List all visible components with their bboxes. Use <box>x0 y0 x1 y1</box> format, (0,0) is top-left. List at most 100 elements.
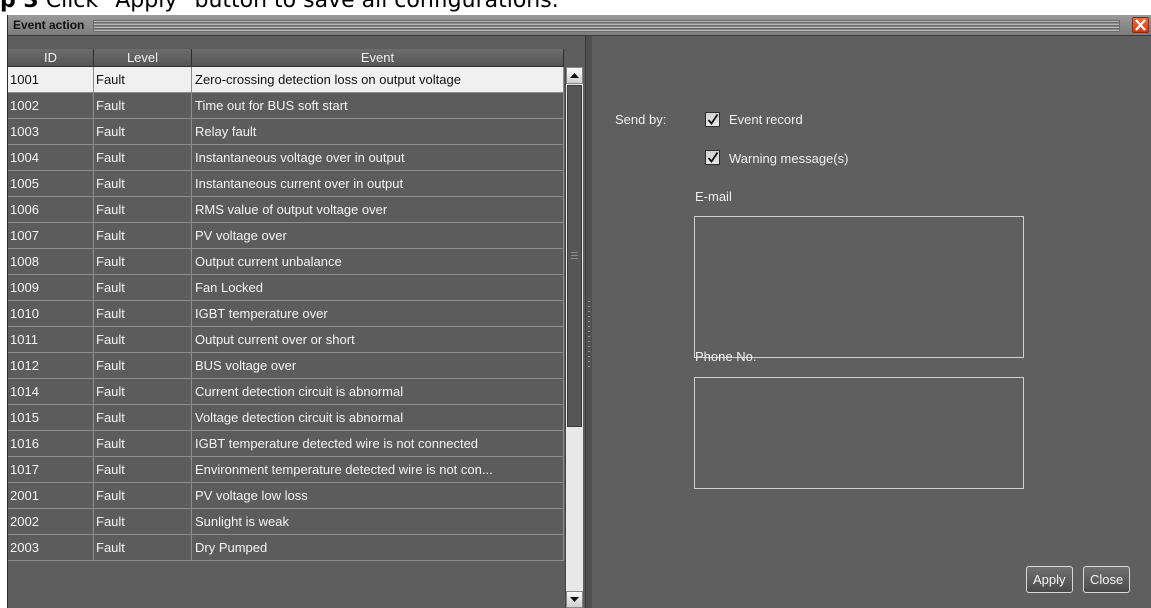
cell-id: 1010 <box>8 301 94 326</box>
table-row[interactable]: 1004 Fault Instantaneous voltage over in o… <box>8 145 564 171</box>
column-header-level[interactable]: Level <box>94 49 192 66</box>
cell-event: Output current over or short <box>192 327 564 352</box>
step-number: p 3 <box>0 0 39 13</box>
table-row[interactable]: 1003 Fault Relay fault <box>8 119 564 145</box>
cell-level: Fault <box>94 509 192 534</box>
cell-level: Fault <box>94 431 192 456</box>
cell-level: Fault <box>94 405 192 430</box>
phone-textarea[interactable] <box>694 377 1024 489</box>
cell-level: Fault <box>94 145 192 170</box>
cell-event: IGBT temperature detected wire is not co… <box>192 431 564 456</box>
cell-level: Fault <box>94 535 192 560</box>
cell-id: 1007 <box>8 223 94 248</box>
send-by-label: Send by: <box>615 112 667 127</box>
table-row[interactable]: 1009 Fault Fan Locked <box>8 275 564 301</box>
column-header-id[interactable]: ID <box>8 49 94 66</box>
table-row[interactable]: 1012 Fault BUS voltage over <box>8 353 564 379</box>
cell-level: Fault <box>94 327 192 352</box>
event-table: ID Level Event 1001 Fault Zero-crossing de… <box>8 36 585 608</box>
cell-event: IGBT temperature over <box>192 301 564 326</box>
cell-level: Fault <box>94 379 192 404</box>
cell-id: 1001 <box>8 67 94 92</box>
close-button[interactable]: Close <box>1083 566 1131 593</box>
cell-id: 1016 <box>8 431 94 456</box>
cell-event: RMS value of output voltage over <box>192 197 564 222</box>
table-row[interactable]: 1002 Fault Time out for BUS soft start <box>8 93 564 119</box>
cell-id: 1004 <box>8 145 94 170</box>
cell-id: 2001 <box>8 483 94 508</box>
cell-id: 1017 <box>8 457 94 482</box>
table-row[interactable]: 2001 Fault PV voltage low loss <box>8 483 564 509</box>
cell-level: Fault <box>94 67 192 92</box>
cell-id: 1006 <box>8 197 94 222</box>
close-icon <box>1135 19 1146 31</box>
cell-event: PV voltage over <box>192 223 564 248</box>
cell-event: Dry Pumped <box>192 535 564 560</box>
cell-level: Fault <box>94 119 192 144</box>
table-row[interactable]: 1017 Fault Environment temperature detecte… <box>8 457 564 483</box>
close-window-button[interactable] <box>1132 17 1149 33</box>
cell-event: Time out for BUS soft start <box>192 93 564 118</box>
table-row[interactable]: 1014 Fault Current detection circuit is ab… <box>8 379 564 405</box>
warning-message-label: Warning message(s) <box>729 151 849 166</box>
cell-id: 1008 <box>8 249 94 274</box>
scroll-down-button[interactable] <box>566 591 583 608</box>
cell-level: Fault <box>94 353 192 378</box>
table-row[interactable]: 1015 Fault Voltage detection circuit is ab… <box>8 405 564 431</box>
cell-event: BUS voltage over <box>192 353 564 378</box>
table-row[interactable]: 1006 Fault RMS value of output voltage ove… <box>8 197 564 223</box>
scrollbar-thumb[interactable] <box>567 85 582 427</box>
cell-id: 2002 <box>8 509 94 534</box>
cell-level: Fault <box>94 483 192 508</box>
title-bar[interactable]: Event action <box>8 15 1151 36</box>
table-header: ID Level Event <box>8 49 564 67</box>
table-row[interactable]: 2003 Fault Dry Pumped <box>8 535 564 561</box>
checkmark-icon <box>707 114 719 125</box>
table-row[interactable]: 1011 Fault Output current over or short <box>8 327 564 353</box>
document-step-caption: p 3 Click "Apply" button to save all con… <box>0 0 1151 12</box>
cell-event: Voltage detection circuit is abnormal <box>192 405 564 430</box>
cell-id: 1005 <box>8 171 94 196</box>
cell-id: 1009 <box>8 275 94 300</box>
cell-event: Current detection circuit is abnormal <box>192 379 564 404</box>
scroll-up-button[interactable] <box>566 67 583 84</box>
table-row[interactable]: 2002 Fault Sunlight is weak <box>8 509 564 535</box>
email-textarea[interactable] <box>694 216 1024 358</box>
cell-event: Output current unbalance <box>192 249 564 274</box>
column-header-event[interactable]: Event <box>192 49 564 66</box>
cell-event: Zero-crossing detection loss on output v… <box>192 67 564 92</box>
apply-button[interactable]: Apply <box>1026 566 1073 593</box>
step-text: Click "Apply" button to save all configu… <box>45 0 559 13</box>
cell-level: Fault <box>94 171 192 196</box>
cell-id: 1012 <box>8 353 94 378</box>
cell-level: Fault <box>94 197 192 222</box>
email-label: E-mail <box>695 189 732 204</box>
title-bar-grip <box>93 20 1120 32</box>
warning-message-checkbox[interactable] <box>705 150 720 165</box>
cell-event: Environment temperature detected wire is… <box>192 457 564 482</box>
cell-level: Fault <box>94 223 192 248</box>
event-record-label: Event record <box>729 112 803 127</box>
cell-level: Fault <box>94 457 192 482</box>
cell-event: Fan Locked <box>192 275 564 300</box>
table-row[interactable]: 1007 Fault PV voltage over <box>8 223 564 249</box>
scroll-down-arrow-icon <box>570 597 579 602</box>
table-row[interactable]: 1005 Fault Instantaneous current over in o… <box>8 171 564 197</box>
cell-event: Sunlight is weak <box>192 509 564 534</box>
cell-event: PV voltage low loss <box>192 483 564 508</box>
checkmark-icon <box>707 152 719 163</box>
table-body: 1001 Fault Zero-crossing detection loss on… <box>8 67 564 561</box>
table-row[interactable]: 1008 Fault Output current unbalance <box>8 249 564 275</box>
table-row[interactable]: 1016 Fault IGBT temperature detected wire … <box>8 431 564 457</box>
vertical-scrollbar[interactable] <box>565 67 583 608</box>
cell-id: 1014 <box>8 379 94 404</box>
cell-id: 1011 <box>8 327 94 352</box>
cell-event: Instantaneous current over in output <box>192 171 564 196</box>
table-row[interactable]: 1001 Fault Zero-crossing detection loss on… <box>8 67 564 93</box>
table-row[interactable]: 1010 Fault IGBT temperature over <box>8 301 564 327</box>
cell-event: Instantaneous voltage over in output <box>192 145 564 170</box>
phone-label: Phone No. <box>695 349 757 364</box>
event-record-checkbox[interactable] <box>705 112 720 127</box>
cell-event: Relay fault <box>192 119 564 144</box>
thumb-grip-icon <box>571 252 578 259</box>
